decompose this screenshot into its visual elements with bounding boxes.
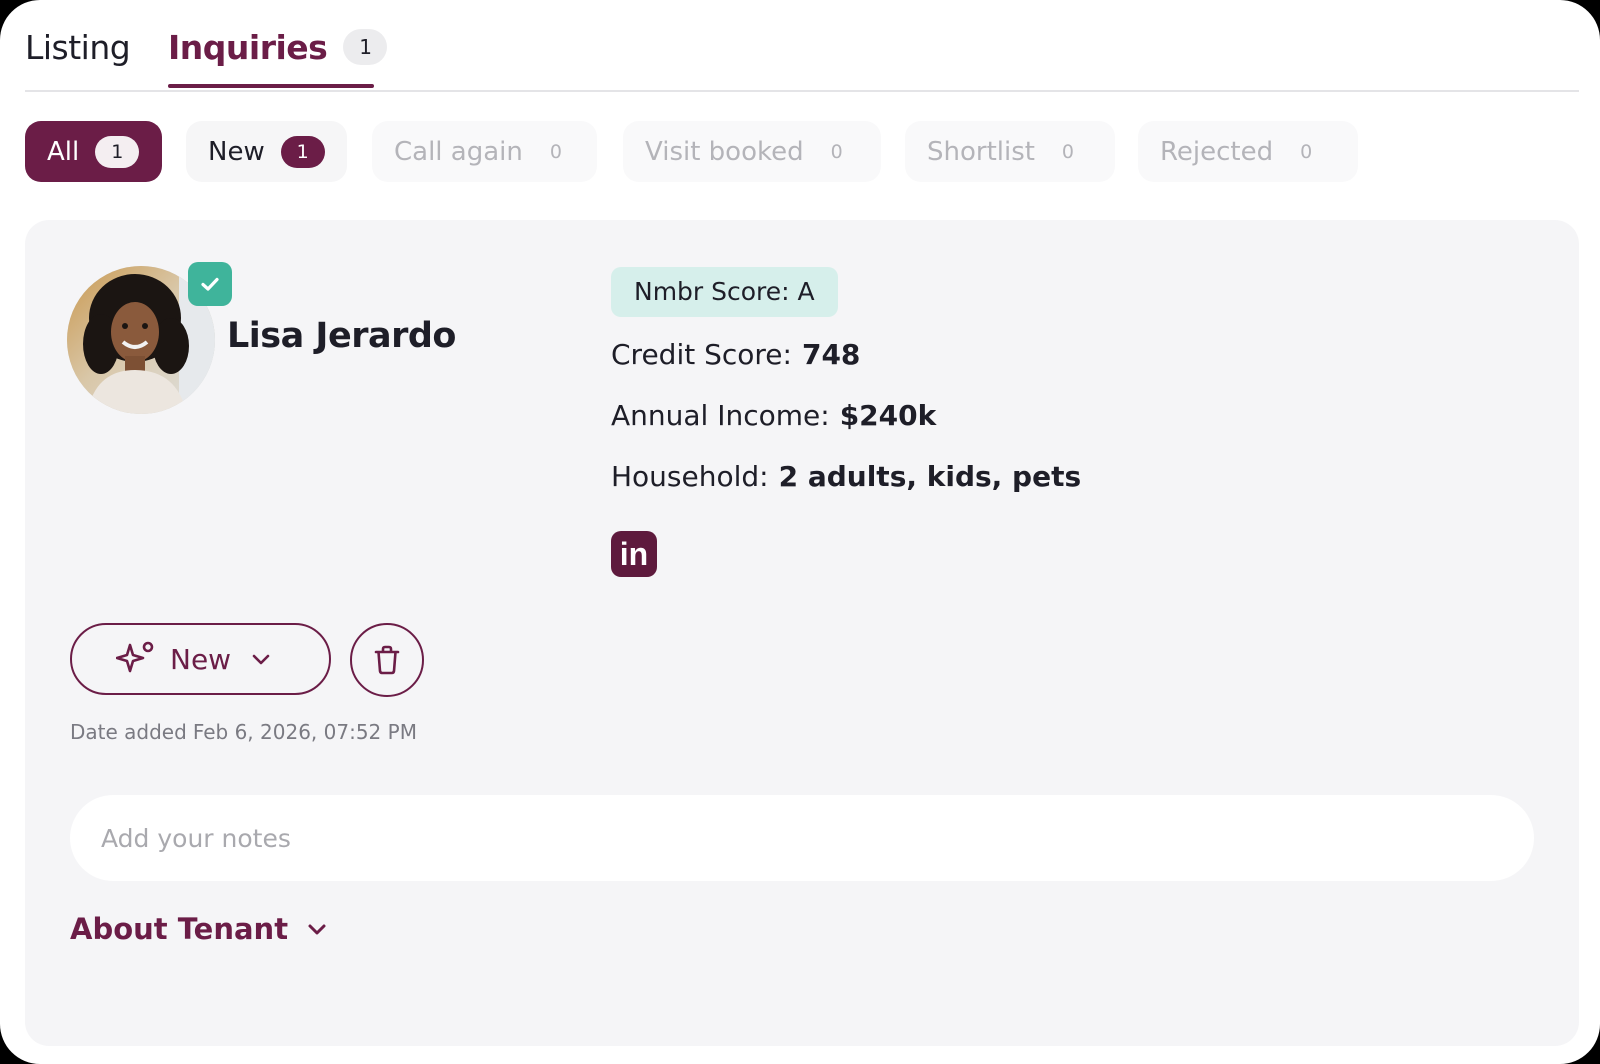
- household-row: Household: 2 adults, kids, pets: [611, 460, 1081, 493]
- tab-inquiries-count-badge: 1: [343, 29, 388, 65]
- filter-rejected[interactable]: Rejected 0: [1138, 121, 1358, 182]
- notes-input[interactable]: [70, 795, 1534, 881]
- date-added-value: Feb 6, 2026, 07:52 PM: [192, 720, 417, 744]
- filter-shortlist-label: Shortlist: [927, 136, 1035, 167]
- delete-button[interactable]: [350, 623, 424, 697]
- date-added-label: Date added: [70, 720, 187, 744]
- annual-income-row: Annual Income: $240k: [611, 399, 936, 432]
- about-tenant-toggle[interactable]: About Tenant: [70, 912, 328, 946]
- tab-listing-label: Listing: [25, 27, 131, 67]
- filter-rejected-count: 0: [1300, 140, 1313, 163]
- linkedin-icon-text: in: [619, 535, 649, 572]
- tab-listing[interactable]: Listing: [25, 22, 131, 72]
- filter-new-label: New: [208, 136, 265, 167]
- credit-score-row: Credit Score: 748: [611, 338, 860, 371]
- sparkle-icon: [116, 641, 154, 673]
- active-tab-indicator: [168, 84, 374, 88]
- trash-icon: [374, 645, 400, 675]
- tenant-card: Lisa Jerardo Nmbr Score: A Credit Score:…: [25, 220, 1579, 1046]
- filter-new-count: 1: [280, 135, 325, 168]
- tab-bar: Listing Inquiries 1: [25, 0, 1579, 92]
- filter-all-count: 1: [95, 135, 140, 168]
- filter-all-label: All: [47, 136, 80, 167]
- credit-score-label: Credit Score:: [611, 338, 792, 371]
- about-tenant-label: About Tenant: [70, 912, 289, 946]
- filter-visit-booked[interactable]: Visit booked 0: [623, 121, 881, 182]
- nmbr-score-badge: Nmbr Score: A: [611, 267, 838, 317]
- tab-inquiries[interactable]: Inquiries 1: [168, 22, 388, 72]
- filter-visit-booked-count: 0: [830, 140, 843, 163]
- household-value: 2 adults, kids, pets: [778, 460, 1082, 493]
- filter-call-again-label: Call again: [394, 136, 523, 167]
- filter-call-again[interactable]: Call again 0: [372, 121, 597, 182]
- annual-income-label: Annual Income:: [611, 399, 830, 432]
- chevron-down-icon: [252, 654, 270, 665]
- filter-all[interactable]: All 1: [25, 121, 162, 182]
- annual-income-value: $240k: [839, 399, 937, 432]
- filter-shortlist-count: 0: [1061, 140, 1075, 163]
- status-label: New: [170, 642, 232, 676]
- inquiries-panel: Listing Inquiries 1 All 1 New 1 Call aga…: [0, 0, 1600, 1064]
- linkedin-icon[interactable]: in: [611, 531, 657, 577]
- filter-rejected-label: Rejected: [1160, 136, 1274, 167]
- filter-new[interactable]: New 1: [186, 121, 347, 182]
- credit-score-value: 748: [801, 338, 861, 371]
- date-added: Date added Feb 6, 2026, 07:52 PM: [70, 720, 417, 744]
- verified-check-icon: [188, 262, 232, 306]
- tenant-name: Lisa Jerardo: [227, 316, 456, 356]
- filter-visit-booked-label: Visit booked: [645, 136, 804, 167]
- chevron-down-icon: [308, 924, 326, 935]
- filter-call-again-count: 0: [549, 140, 562, 163]
- filter-shortlist[interactable]: Shortlist 0: [905, 121, 1115, 182]
- household-label: Household:: [611, 460, 769, 493]
- tab-inquiries-label: Inquiries: [168, 27, 328, 67]
- status-dropdown[interactable]: New: [70, 623, 331, 695]
